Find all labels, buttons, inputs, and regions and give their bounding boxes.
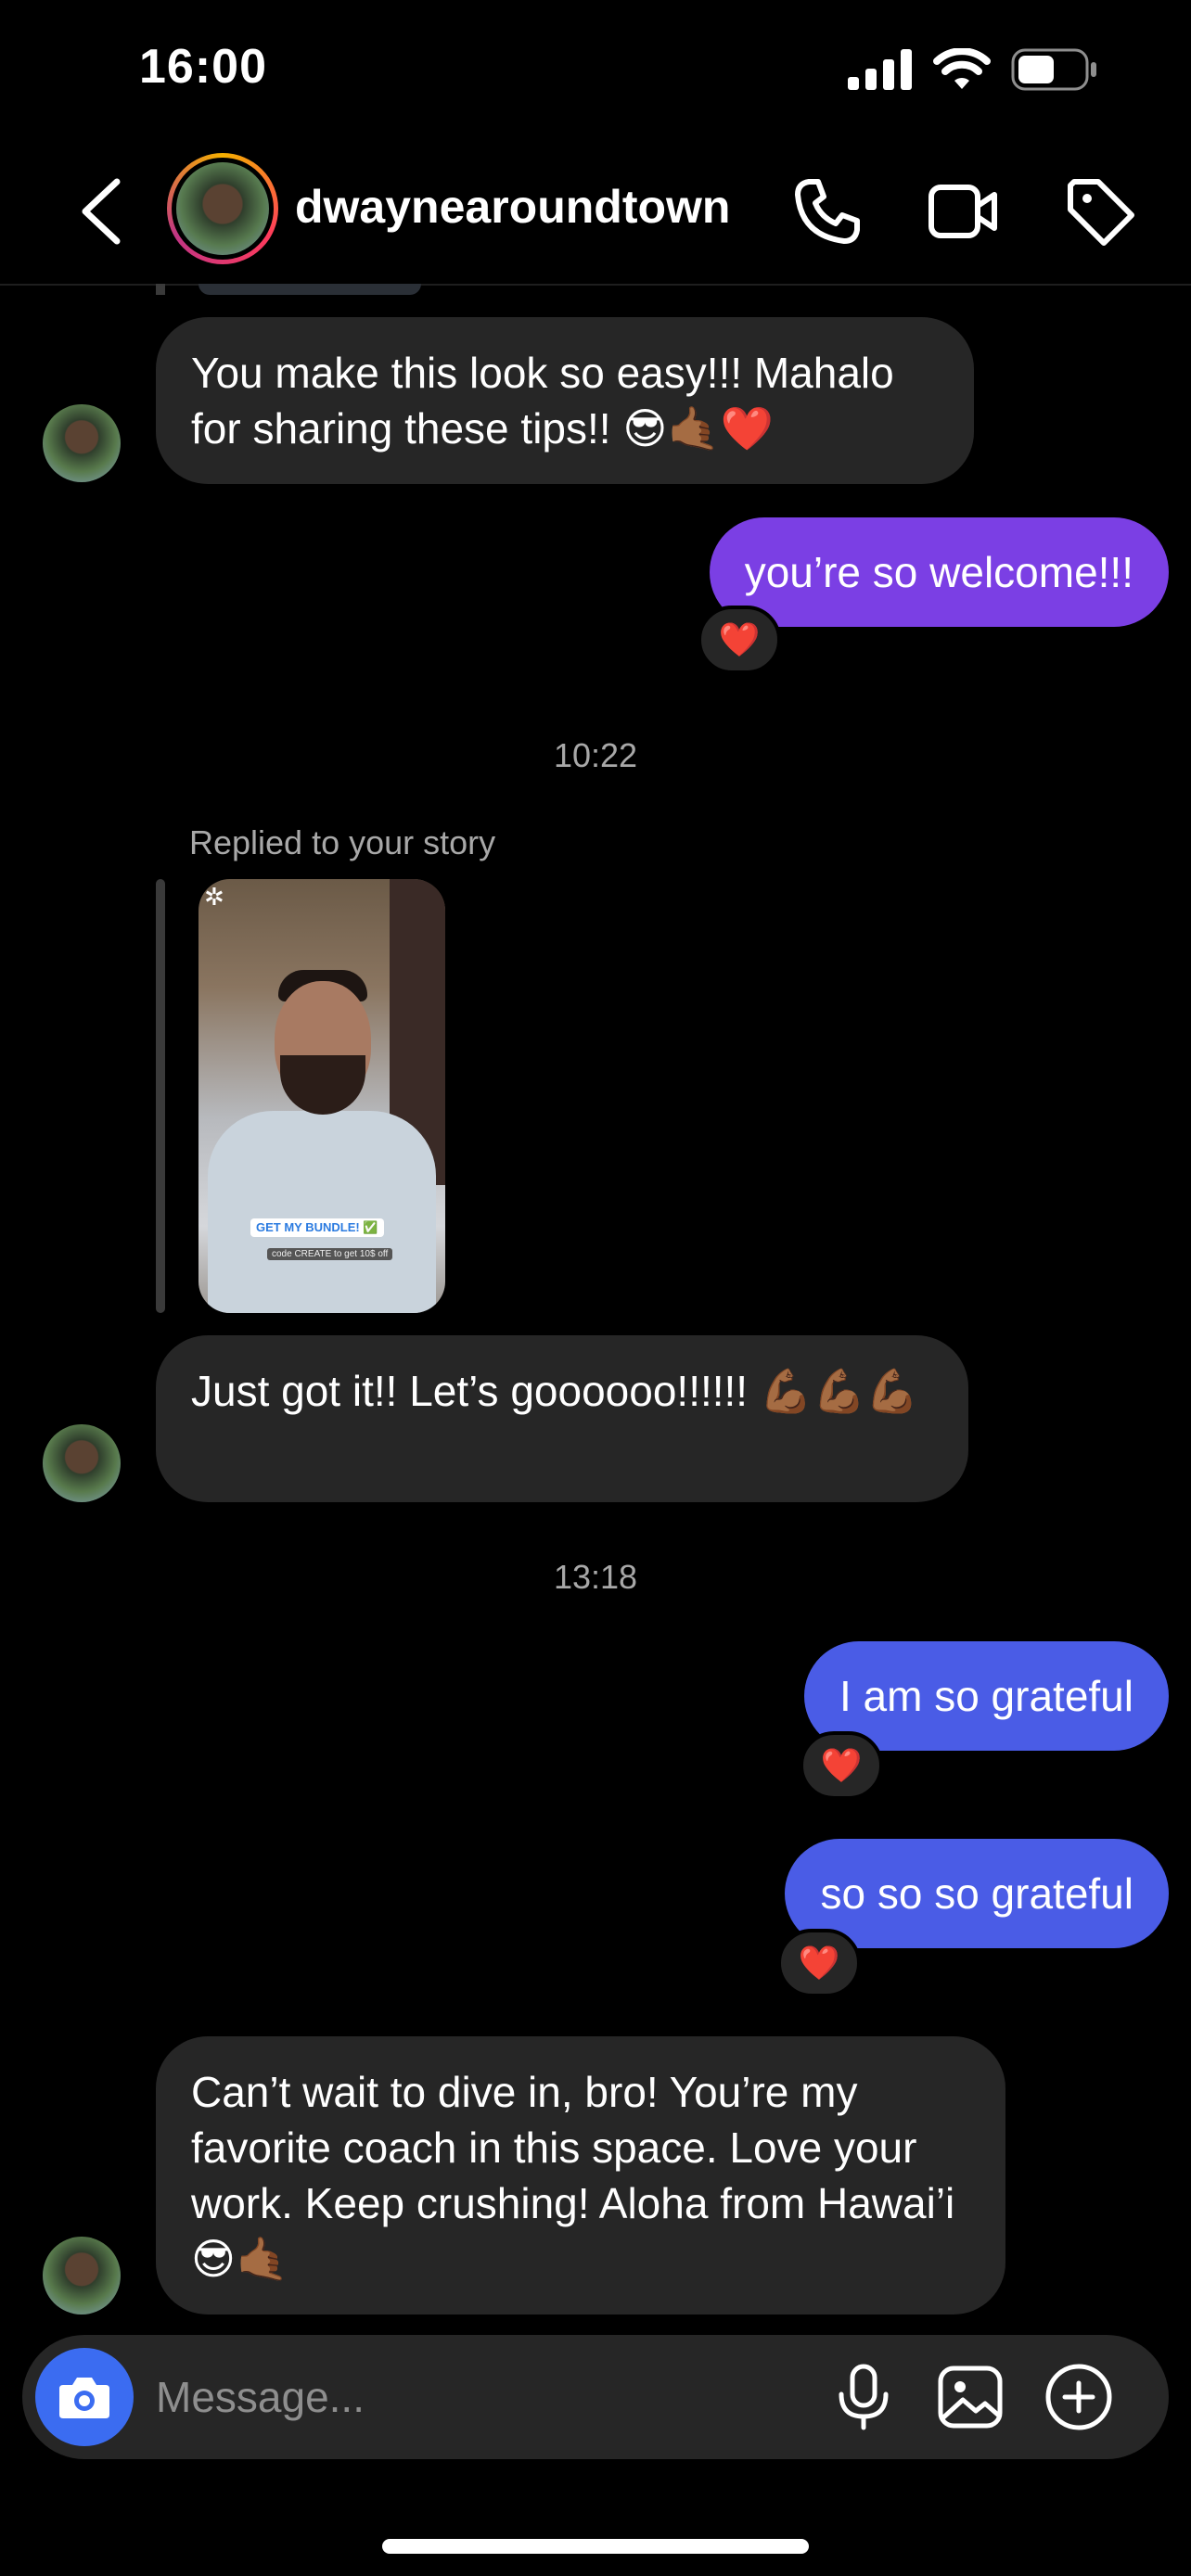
back-icon[interactable] bbox=[74, 176, 130, 247]
sticker-icon: ✲ bbox=[204, 883, 224, 911]
previous-story-thumb-edge bbox=[198, 284, 421, 295]
status-bar: 16:00 bbox=[0, 0, 1191, 139]
sender-avatar[interactable] bbox=[43, 404, 121, 482]
status-time: 16:00 bbox=[139, 40, 267, 94]
tag-icon[interactable] bbox=[1063, 174, 1137, 249]
outgoing-message[interactable]: you’re so welcome!!! bbox=[709, 517, 1169, 627]
reaction-heart[interactable]: ❤️ bbox=[800, 1731, 883, 1800]
sender-avatar[interactable] bbox=[43, 2237, 121, 2315]
incoming-message[interactable]: Just got it!! Let’s goooooo!!!!!! 💪🏾💪🏾💪🏾 bbox=[156, 1335, 968, 1502]
wifi-icon bbox=[933, 48, 991, 89]
message-composer bbox=[22, 2335, 1169, 2459]
camera-button[interactable] bbox=[35, 2348, 134, 2446]
timestamp: 13:18 bbox=[553, 1558, 638, 1596]
message-input[interactable] bbox=[156, 2363, 805, 2431]
timestamp: 10:22 bbox=[553, 736, 638, 774]
heart-reaction-icon: ❤️ bbox=[820, 1746, 863, 1784]
microphone-icon[interactable] bbox=[827, 2361, 900, 2433]
gallery-icon[interactable] bbox=[935, 2361, 1007, 2433]
video-call-icon[interactable] bbox=[926, 174, 1000, 249]
outgoing-message[interactable]: so so so grateful bbox=[785, 1839, 1169, 1948]
home-indicator[interactable] bbox=[382, 2539, 809, 2554]
sender-avatar[interactable] bbox=[43, 1424, 121, 1502]
story-code-text: code CREATE to get 10$ off bbox=[267, 1248, 393, 1260]
camera-icon bbox=[59, 2378, 109, 2418]
story-thumbnail[interactable]: ✲ GET MY BUNDLE! ✅ code CREATE to get 10… bbox=[198, 879, 445, 1313]
chat-header: dwaynearoundtown bbox=[0, 139, 1191, 286]
heart-reaction-icon: ❤️ bbox=[718, 620, 761, 658]
replied-to-story-label: Replied to your story bbox=[189, 823, 496, 861]
battery-icon bbox=[1011, 48, 1096, 91]
add-icon[interactable] bbox=[1043, 2361, 1115, 2433]
heart-reaction-icon: ❤️ bbox=[798, 1944, 840, 1982]
reaction-heart[interactable]: ❤️ bbox=[777, 1929, 861, 1997]
status-icons bbox=[848, 48, 1098, 91]
contact-username[interactable]: dwaynearoundtown bbox=[295, 180, 730, 234]
previous-reply-bar-edge bbox=[156, 284, 165, 295]
reaction-heart[interactable]: ❤️ bbox=[698, 606, 781, 674]
incoming-message[interactable]: Can’t wait to dive in, bro! You’re my fa… bbox=[156, 2036, 1005, 2315]
contact-avatar[interactable] bbox=[167, 153, 278, 264]
reply-quote-bar bbox=[156, 879, 165, 1313]
phone-icon[interactable] bbox=[790, 174, 864, 249]
incoming-message[interactable]: You make this look so easy!!! Mahalo for… bbox=[156, 317, 974, 484]
story-cta-text: GET MY BUNDLE! ✅ bbox=[250, 1218, 384, 1237]
cellular-signal-icon bbox=[848, 49, 912, 90]
